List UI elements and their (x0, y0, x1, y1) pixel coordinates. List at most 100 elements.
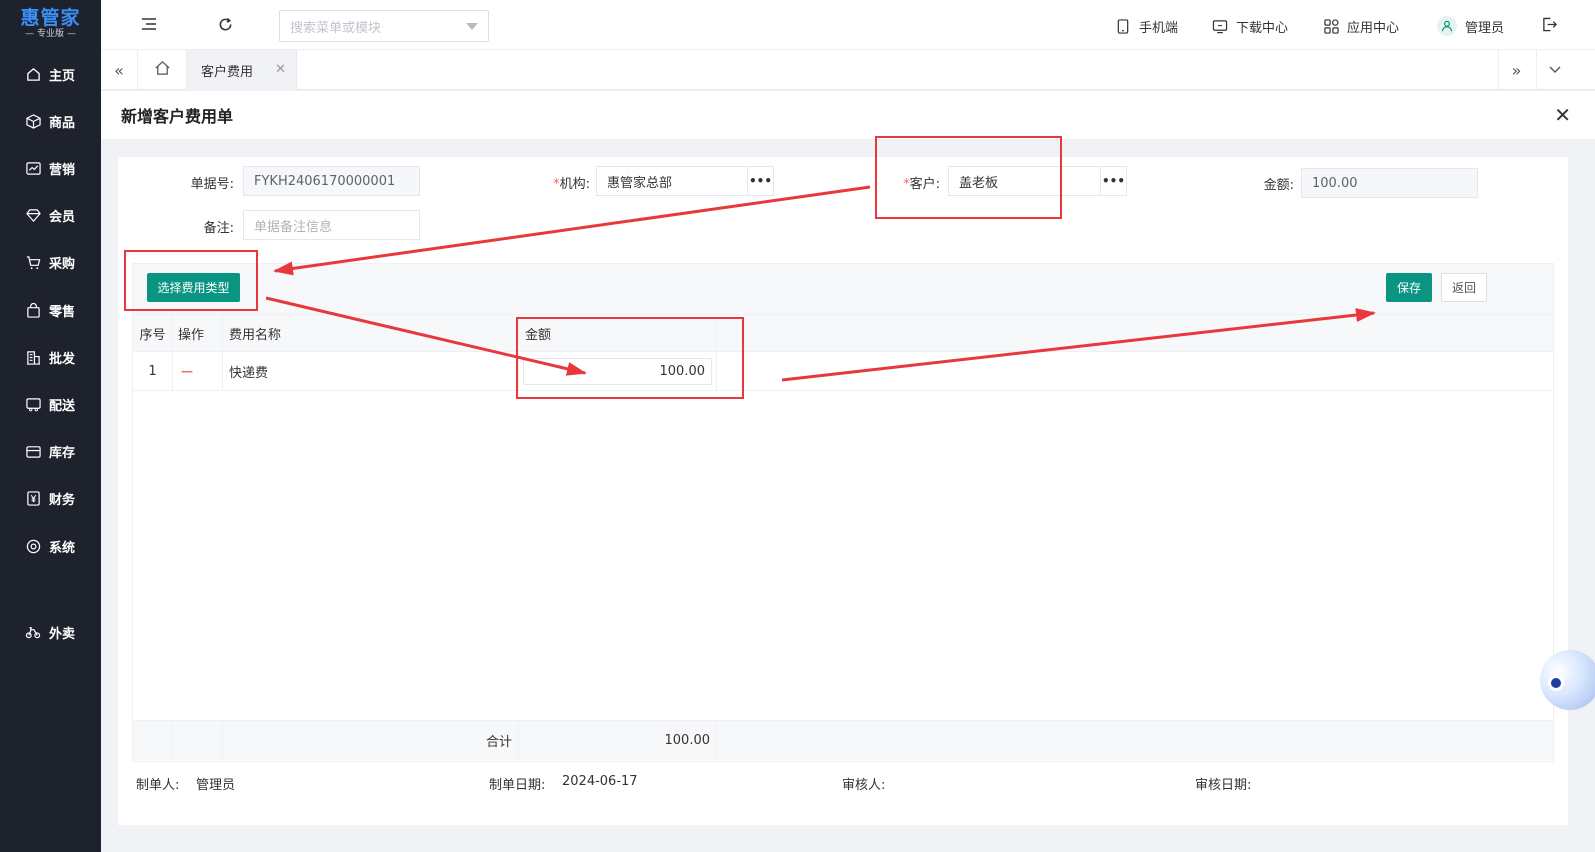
tab-label: 客户费用 (201, 64, 254, 80)
sidebar-item-label: 财务 (49, 492, 76, 508)
sidebar-item-label: 采购 (49, 256, 76, 272)
sidebar-item-label: 批发 (49, 351, 76, 367)
settings-icon (25, 538, 41, 554)
sidebar-item-marketing[interactable]: 营销 (0, 148, 101, 188)
building-icon (25, 349, 41, 365)
sidebar-item-label: 库存 (49, 445, 76, 461)
tabs-scroll-left-icon[interactable]: « (101, 50, 137, 90)
tab-bar: « 客户费用 ✕ » (101, 50, 1595, 90)
home-icon (154, 60, 171, 80)
close-panel-icon[interactable]: ✕ (1554, 103, 1571, 127)
truck-icon (25, 396, 41, 412)
app-logo[interactable]: 惠管家 — 专业版 — (0, 0, 101, 48)
sidebar-item-label: 会员 (49, 209, 76, 225)
diamond-icon (25, 207, 41, 223)
sidebar-item-retail[interactable]: 零售 (0, 290, 101, 330)
review-date-label: 审核日期: (1195, 778, 1252, 793)
sidebar-item-label: 主页 (49, 68, 76, 84)
top-bar: 搜索菜单或模块 手机端 下载中心 应用中心 管理员 (101, 0, 1595, 50)
panel-header: 新增客户费用单 ✕ (101, 91, 1595, 139)
app-center-link[interactable]: 应用中心 (1323, 16, 1399, 36)
org-label: *机构: (553, 177, 590, 192)
sidebar-item-label: 零售 (49, 304, 76, 320)
sidebar-item-purchase[interactable]: 采购 (0, 242, 101, 282)
customer-field[interactable]: 盖老板 ••• (948, 166, 1127, 196)
tabs-menu-chevron-icon[interactable] (1536, 50, 1572, 90)
apps-label: 应用中心 (1347, 20, 1400, 36)
fee-table: 序号 操作 费用名称 金额 1 — 快递费 100.00 合计 100.00 (132, 315, 1554, 762)
sidebar-item-inventory[interactable]: 库存 (0, 431, 101, 471)
sidebar-item-goods[interactable]: 商品 (0, 101, 101, 141)
user-menu[interactable]: 管理员 (1437, 16, 1504, 36)
create-date-value: 2024-06-17 (562, 774, 638, 789)
bag-icon (25, 302, 41, 318)
sidebar-item-takeout[interactable]: 外卖 (0, 612, 101, 652)
org-picker-button[interactable]: ••• (747, 167, 773, 195)
sidebar-item-finance[interactable]: 财务 (0, 478, 101, 518)
back-button[interactable]: 返回 (1441, 273, 1487, 302)
delete-row-button[interactable]: — (173, 352, 223, 390)
form-card: 单据号: FYKH2406170000001 *机构: 惠管家总部 ••• *客… (118, 157, 1568, 825)
download-center-link[interactable]: 下载中心 (1212, 16, 1288, 36)
user-avatar-icon (1437, 16, 1457, 36)
customer-picker-button[interactable]: ••• (1100, 167, 1126, 195)
total-label: 合计 (223, 721, 519, 760)
tab-customer-fee[interactable]: 客户费用 ✕ (187, 50, 297, 90)
row-fee-name: 快递费 (223, 352, 519, 390)
sidebar-item-home[interactable]: 主页 (0, 54, 101, 94)
total-value: 100.00 (519, 721, 717, 760)
brand-name: 惠管家 (20, 7, 81, 29)
monitor-icon (1212, 18, 1228, 34)
creator-label: 制单人: (136, 778, 180, 793)
remark-label: 备注: (203, 221, 234, 236)
yen-icon (25, 490, 41, 506)
create-date-label: 制单日期: (489, 778, 546, 793)
tab-home[interactable] (137, 50, 187, 90)
sidebar-item-delivery[interactable]: 配送 (0, 384, 101, 424)
sidebar-item-label: 配送 (49, 398, 76, 414)
logout-icon[interactable] (1539, 14, 1559, 34)
col-seq-header: 序号 (133, 315, 173, 351)
download-label: 下载中心 (1236, 20, 1289, 36)
customer-label: *客户: (903, 177, 940, 192)
phone-icon (1115, 18, 1131, 34)
search-placeholder: 搜索菜单或模块 (290, 20, 382, 36)
bike-icon (25, 624, 41, 640)
col-amount-header: 金额 (519, 315, 717, 351)
row-seq: 1 (133, 352, 173, 390)
assistant-bubble[interactable] (1540, 650, 1595, 710)
select-fee-type-button[interactable]: 选择费用类型 (147, 273, 240, 302)
menu-search-input[interactable]: 搜索菜单或模块 (279, 10, 489, 42)
doc-no-field: FYKH2406170000001 (243, 166, 420, 196)
mobile-label: 手机端 (1139, 20, 1179, 36)
row-amount-input[interactable]: 100.00 (523, 357, 712, 385)
doc-no-label: 单据号: (190, 177, 234, 192)
home-icon (25, 66, 41, 82)
refresh-icon[interactable] (215, 14, 235, 34)
sidebar-item-system[interactable]: 系统 (0, 526, 101, 566)
tabs-scroll-right-icon[interactable]: » (1498, 50, 1534, 90)
creator-value: 管理员 (196, 778, 236, 793)
trend-icon (25, 160, 41, 176)
col-op-header: 操作 (173, 315, 223, 351)
sidebar-item-label: 系统 (49, 540, 76, 556)
org-field[interactable]: 惠管家总部 ••• (596, 166, 774, 196)
sidebar-item-wholesale[interactable]: 批发 (0, 337, 101, 377)
table-total-row: 合计 100.00 (133, 720, 1553, 760)
page-title: 新增客户费用单 (121, 107, 234, 126)
mobile-link[interactable]: 手机端 (1115, 16, 1178, 36)
close-tab-icon[interactable]: ✕ (275, 62, 286, 77)
grid-apps-icon (1323, 18, 1339, 34)
save-button[interactable]: 保存 (1386, 273, 1432, 302)
amount-field: 100.00 (1301, 168, 1478, 198)
sidebar-item-label: 商品 (49, 115, 76, 131)
amount-label: 金额: (1263, 178, 1294, 193)
assistant-eye-icon (1548, 675, 1564, 691)
col-name-header: 费用名称 (223, 315, 519, 351)
table-header-row: 序号 操作 费用名称 金额 (133, 315, 1553, 352)
remark-input[interactable]: 单据备注信息 (243, 210, 420, 240)
reviewer-label: 审核人: (842, 778, 886, 793)
menu-toggle-icon[interactable] (139, 14, 159, 34)
sidebar-item-members[interactable]: 会员 (0, 195, 101, 235)
grid-toolbar: 选择费用类型 保存 返回 (132, 263, 1554, 315)
